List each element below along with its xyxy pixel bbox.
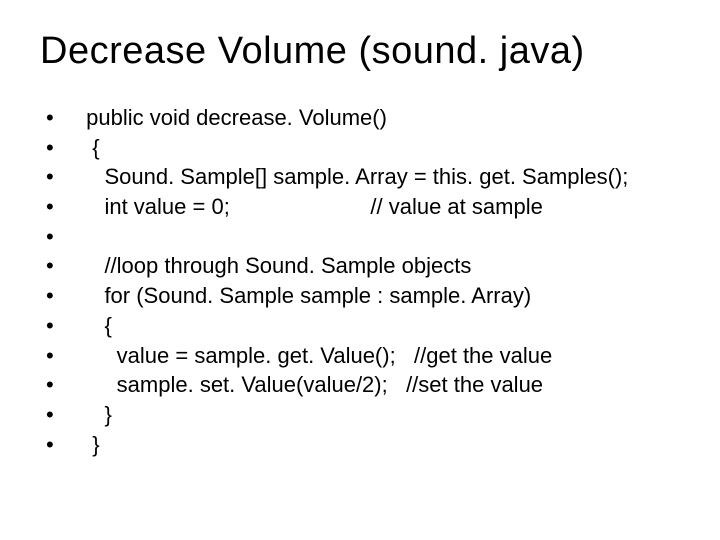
- code-text: public void decrease. Volume(): [80, 103, 387, 133]
- bullet-icon: •: [40, 192, 80, 222]
- code-line: • int value = 0; // value at sample: [40, 192, 680, 222]
- slide: Decrease Volume (sound. java) • public v…: [0, 0, 720, 540]
- bullet-icon: •: [40, 222, 80, 252]
- code-text: }: [80, 430, 100, 460]
- bullet-icon: •: [40, 311, 80, 341]
- code-line: • public void decrease. Volume(): [40, 103, 680, 133]
- code-line: • Sound. Sample[] sample. Array = this. …: [40, 162, 680, 192]
- bullet-icon: •: [40, 251, 80, 281]
- bullet-icon: •: [40, 133, 80, 163]
- code-text: for (Sound. Sample sample : sample. Arra…: [80, 281, 531, 311]
- bullet-icon: •: [40, 103, 80, 133]
- code-line: • //loop through Sound. Sample objects: [40, 251, 680, 281]
- slide-title: Decrease Volume (sound. java): [40, 30, 680, 73]
- code-text: Sound. Sample[] sample. Array = this. ge…: [80, 162, 628, 192]
- code-text: value = sample. get. Value(); //get the …: [80, 341, 552, 371]
- code-line: • value = sample. get. Value(); //get th…: [40, 341, 680, 371]
- bullet-icon: •: [40, 281, 80, 311]
- code-line: • for (Sound. Sample sample : sample. Ar…: [40, 281, 680, 311]
- code-line: • }: [40, 430, 680, 460]
- code-text: {: [80, 133, 100, 163]
- code-line: • {: [40, 311, 680, 341]
- code-text: int value = 0; // value at sample: [80, 192, 543, 222]
- code-text: }: [80, 400, 112, 430]
- code-text: sample. set. Value(value/2); //set the v…: [80, 370, 543, 400]
- slide-body: • public void decrease. Volume() • { • S…: [40, 103, 680, 459]
- bullet-icon: •: [40, 341, 80, 371]
- bullet-icon: •: [40, 430, 80, 460]
- code-text: //loop through Sound. Sample objects: [80, 251, 471, 281]
- bullet-icon: •: [40, 162, 80, 192]
- bullet-icon: •: [40, 370, 80, 400]
- code-text: {: [80, 311, 112, 341]
- code-line: • }: [40, 400, 680, 430]
- code-line: • sample. set. Value(value/2); //set the…: [40, 370, 680, 400]
- code-line: • {: [40, 133, 680, 163]
- code-line: •: [40, 222, 680, 252]
- bullet-icon: •: [40, 400, 80, 430]
